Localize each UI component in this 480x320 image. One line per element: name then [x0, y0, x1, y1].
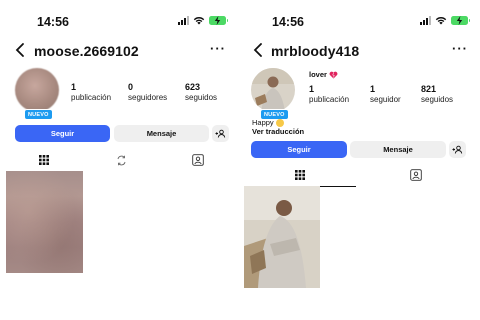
message-button[interactable]: Mensaje: [350, 141, 446, 158]
bio-text: Happy: [252, 118, 274, 127]
reels-icon: [117, 155, 125, 165]
signal-icon: [178, 16, 189, 25]
profile-avatar[interactable]: NUEVO: [15, 68, 59, 120]
tab-reels[interactable]: [111, 151, 131, 169]
profile-header: moose.2669102 ···: [0, 40, 238, 60]
stat-value: 821: [421, 84, 437, 94]
stat-label: publicación: [71, 92, 112, 102]
stat-label: publicación: [309, 94, 350, 104]
tab-tagged[interactable]: [406, 166, 426, 184]
add-person-icon: [215, 129, 226, 138]
stat-posts[interactable]: 1 publicación: [309, 84, 349, 104]
wifi-icon: [193, 17, 205, 25]
add-person-icon: [452, 145, 463, 154]
profile-screen-left: 14:56 moose.2669102 ··· NUEVO 1 publicac…: [0, 0, 238, 320]
profile-avatar[interactable]: NUEVO: [251, 68, 295, 120]
back-arrow-icon[interactable]: [14, 42, 26, 58]
post-photo: [244, 186, 320, 288]
tab-posts[interactable]: [34, 151, 54, 169]
status-time: 14:56: [37, 15, 69, 29]
see-translation-link[interactable]: Ver traducción: [252, 127, 304, 136]
new-badge: NUEVO: [24, 109, 53, 120]
suggest-user-button[interactable]: [449, 141, 466, 158]
avatar: [251, 68, 295, 112]
suggest-user-button[interactable]: [212, 125, 229, 142]
stat-value: 1: [309, 84, 315, 94]
message-button[interactable]: Mensaje: [114, 125, 209, 142]
smile-emoji-icon: [275, 118, 284, 127]
stat-following[interactable]: 821 seguidos: [421, 84, 453, 104]
profile-username: mrbloody418: [271, 43, 360, 59]
stat-label: seguidos: [421, 94, 454, 104]
stat-value: 623: [185, 82, 201, 92]
stat-label: seguidos: [185, 92, 218, 102]
follow-button[interactable]: Seguir: [251, 141, 347, 158]
status-icons: [420, 16, 470, 25]
wifi-icon: [435, 17, 447, 25]
profile-tabs: [242, 166, 480, 187]
profile-tabs: [0, 151, 238, 172]
stat-posts[interactable]: 1 publicación: [71, 82, 111, 102]
post-thumbnail[interactable]: [6, 171, 83, 273]
tagged-icon: [192, 154, 204, 166]
post-thumbnail[interactable]: [244, 186, 320, 288]
stat-value: 1: [370, 84, 376, 94]
stat-followers[interactable]: 1 seguidor: [370, 84, 401, 104]
profile-username: moose.2669102: [34, 43, 139, 59]
stat-label: seguidor: [370, 94, 401, 104]
follow-button[interactable]: Seguir: [15, 125, 110, 142]
tab-posts[interactable]: [290, 166, 310, 184]
grid-icon: [295, 170, 305, 180]
profile-screen-right: 14:56 mrbloody418 ··· NUEVO lover 1 publ…: [242, 0, 480, 320]
more-options-icon[interactable]: ···: [210, 41, 226, 56]
tagged-icon: [410, 169, 422, 181]
back-arrow-icon[interactable]: [252, 42, 264, 58]
battery-icon: [451, 16, 470, 25]
grid-icon: [39, 155, 49, 165]
profile-display-name: lover: [309, 70, 338, 79]
profile-header: mrbloody418 ···: [242, 40, 480, 60]
stat-value: 0: [128, 82, 134, 92]
tab-tagged[interactable]: [188, 151, 208, 169]
avatar: [15, 68, 59, 112]
stat-label: seguidores: [128, 92, 168, 102]
heart-icon: [329, 71, 338, 79]
status-bar: 14:56: [242, 0, 480, 34]
more-options-icon[interactable]: ···: [452, 41, 468, 56]
stat-following[interactable]: 623 seguidos: [185, 82, 217, 102]
avatar-photo: [251, 68, 295, 112]
battery-icon: [209, 16, 228, 25]
stat-value: 1: [71, 82, 77, 92]
signal-icon: [420, 16, 431, 25]
status-icons: [178, 16, 228, 25]
status-bar: 14:56: [0, 0, 238, 34]
profile-bio: Happy: [252, 118, 284, 127]
display-name-text: lover: [309, 70, 327, 79]
status-time: 14:56: [272, 15, 304, 29]
stat-followers[interactable]: 0 seguidores: [128, 82, 167, 102]
